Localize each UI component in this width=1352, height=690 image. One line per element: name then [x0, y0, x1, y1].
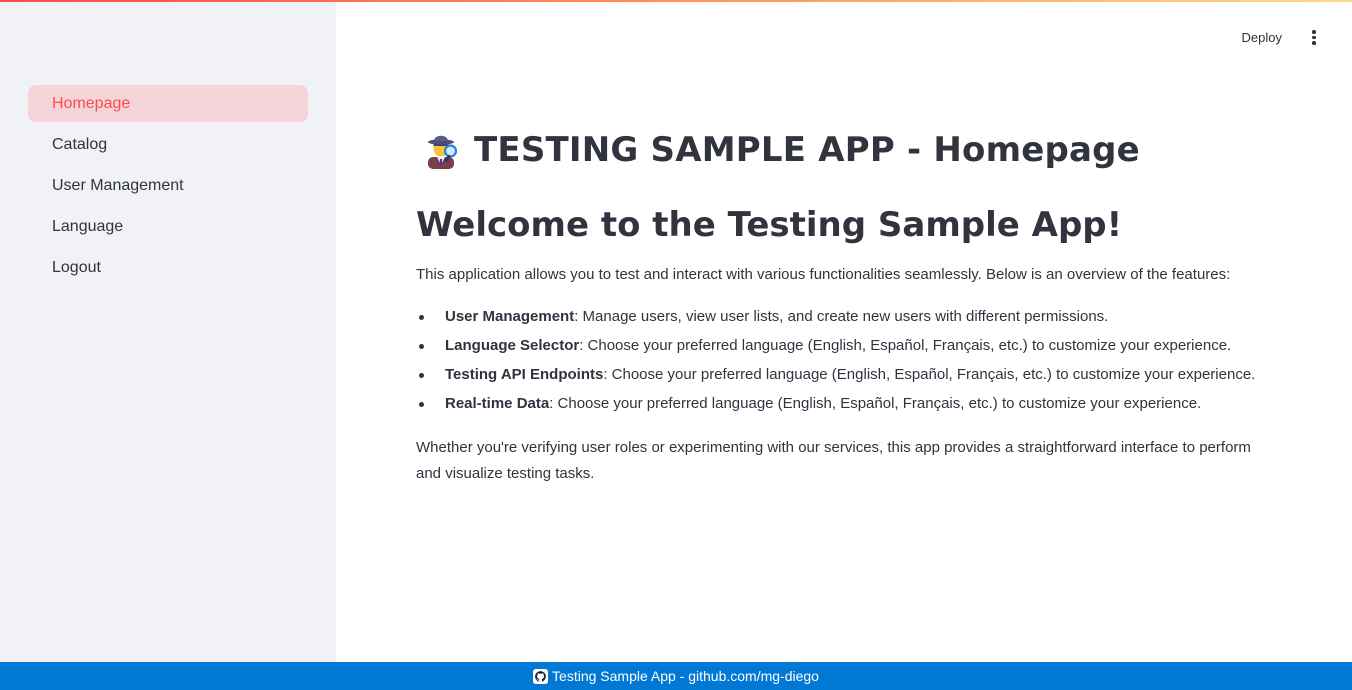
footer-text[interactable]: Testing Sample App - github.com/mg-diego — [552, 668, 819, 684]
sidebar-nav: Homepage Catalog User Management Languag… — [28, 85, 308, 290]
list-item: Testing API Endpoints: Choose your prefe… — [416, 365, 1255, 394]
detective-emoji-icon — [428, 135, 458, 169]
feature-name: Real-time Data — [445, 395, 550, 412]
feature-description: : Choose your preferred language (Englis… — [549, 395, 1202, 412]
sidebar-item-catalog[interactable]: Catalog — [28, 126, 308, 163]
sidebar-item-logout[interactable]: Logout — [28, 249, 308, 286]
header-toolbar: Deploy — [1236, 26, 1324, 49]
intro-paragraph: This application allows you to test and … — [416, 266, 1231, 283]
feature-description: : Manage users, view user lists, and cre… — [574, 308, 1109, 325]
outro-paragraph: Whether you're verifying user roles or e… — [416, 439, 1251, 482]
sidebar: Homepage Catalog User Management Languag… — [0, 0, 336, 662]
feature-name: Testing API Endpoints — [445, 366, 604, 383]
sidebar-item-user-management[interactable]: User Management — [28, 167, 308, 204]
top-decoration-stripe — [0, 0, 1352, 2]
github-icon — [533, 668, 549, 684]
feature-description: : Choose your preferred language (Englis… — [603, 366, 1256, 383]
list-item: Language Selector: Choose your preferred… — [416, 336, 1255, 365]
kebab-menu-icon[interactable] — [1304, 27, 1324, 49]
sidebar-item-language[interactable]: Language — [28, 208, 308, 245]
deploy-button[interactable]: Deploy — [1236, 26, 1288, 49]
footer-bar: Testing Sample App - github.com/mg-diego — [0, 662, 1352, 690]
feature-description: : Choose your preferred language (Englis… — [579, 337, 1232, 354]
page-title: TESTING SAMPLE APP - Homepage — [474, 130, 1140, 170]
list-item: Real-time Data: Choose your preferred la… — [416, 394, 1255, 423]
feature-name: Language Selector — [445, 337, 580, 354]
feature-name: User Management — [445, 308, 575, 325]
sidebar-item-homepage[interactable]: Homepage — [28, 85, 308, 122]
welcome-heading: Welcome to the Testing Sample App! — [416, 205, 1123, 245]
features-list: User Management: Manage users, view user… — [416, 307, 1255, 423]
page-title-row: TESTING SAMPLE APP - Homepage — [422, 130, 1140, 170]
list-item: User Management: Manage users, view user… — [416, 307, 1255, 336]
